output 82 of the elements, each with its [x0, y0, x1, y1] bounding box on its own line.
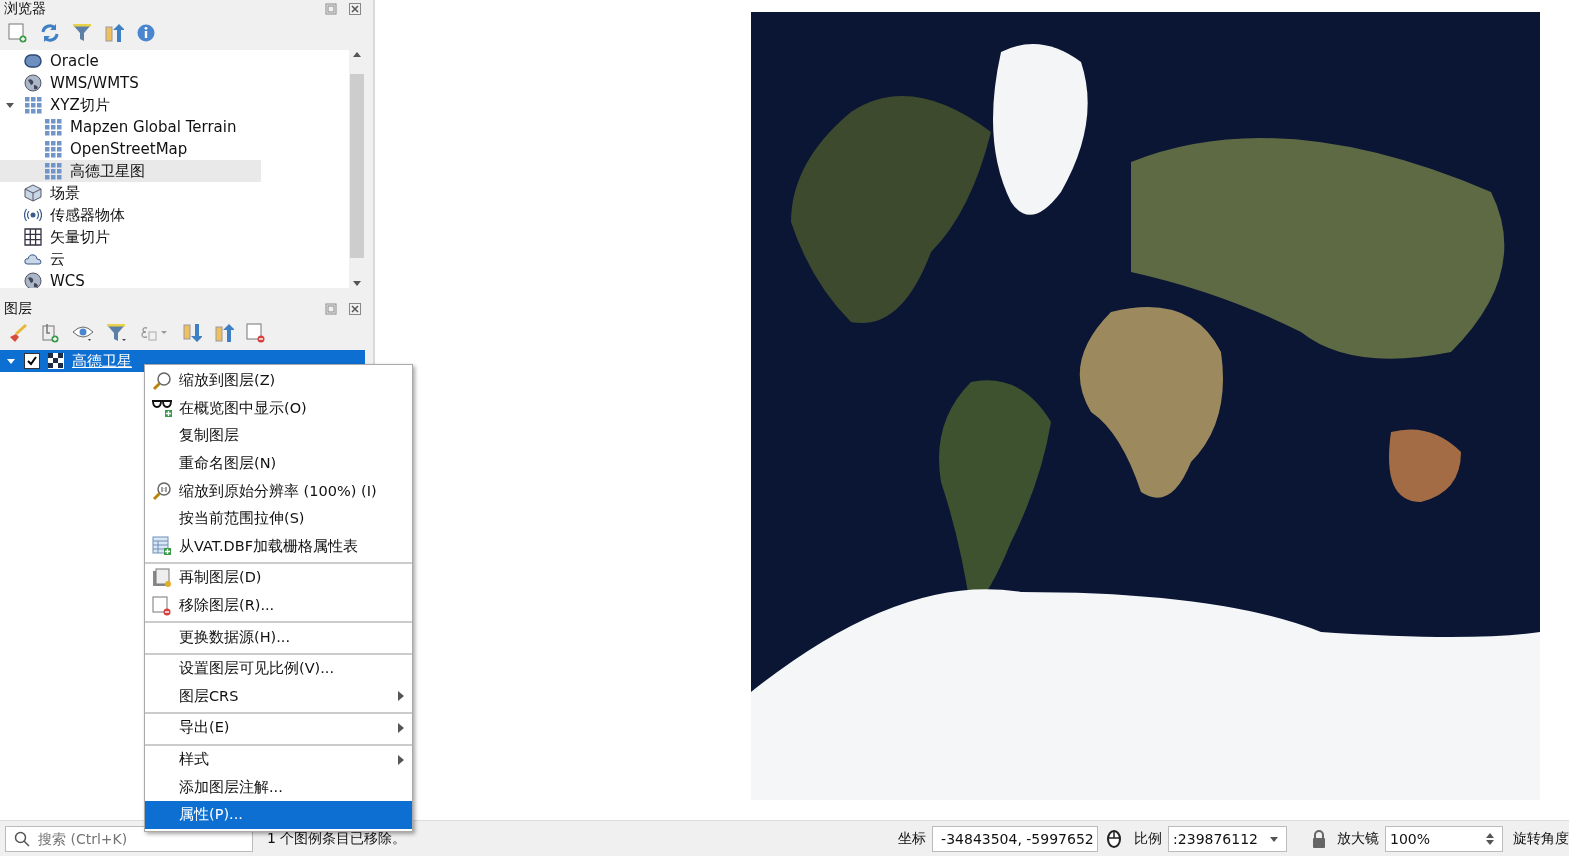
status-message: 1 个图例条目已移除。	[267, 830, 407, 848]
tile-grid-icon	[24, 96, 42, 114]
rotation-label: 旋转角度	[1513, 830, 1569, 848]
submenu-arrow-icon	[398, 722, 404, 733]
add-group-icon[interactable]	[40, 323, 60, 343]
menu-item[interactable]: 更换数据源(H)...	[145, 621, 412, 651]
magnifier-icon	[151, 481, 173, 502]
expand-arrow-icon[interactable]	[6, 356, 16, 366]
menu-item[interactable]: 再制图层(D)	[145, 562, 412, 592]
tile-grid-icon	[44, 118, 62, 136]
menu-item[interactable]: 导出(E)	[145, 712, 412, 742]
menu-item[interactable]: 设置图层可见比例(V)...	[145, 652, 412, 683]
scale-combo[interactable]: :239876112	[1168, 826, 1287, 852]
lock-icon[interactable]	[1311, 829, 1327, 849]
tree-item[interactable]: Oracle	[0, 50, 349, 72]
tree-item[interactable]: 高德卫星图	[0, 160, 261, 182]
cube-icon	[24, 184, 42, 202]
globe-icon	[24, 272, 42, 288]
close-icon[interactable]	[349, 3, 361, 15]
tree-item[interactable]: WCS	[0, 270, 349, 288]
collapse-all-icon[interactable]	[214, 323, 234, 343]
raster-layer-icon	[48, 353, 64, 369]
menu-item[interactable]: 属性(P)...	[145, 800, 412, 829]
filter-icon[interactable]	[106, 323, 128, 343]
refresh-icon[interactable]	[40, 23, 60, 43]
tile-grid-icon	[44, 162, 62, 180]
layer-checkbox[interactable]	[24, 353, 40, 369]
menu-item[interactable]: 复制图层	[145, 422, 412, 450]
scroll-up-icon[interactable]	[352, 50, 362, 60]
grid-icon	[24, 228, 42, 246]
coordinate-label: 坐标	[898, 830, 927, 848]
coordinate-field[interactable]: -34843504, -5997652	[932, 826, 1099, 852]
expand-arrow-icon[interactable]	[5, 100, 15, 110]
menu-item[interactable]: 移除图层(R)...	[145, 591, 412, 620]
tree-item[interactable]: XYZ切片	[0, 94, 349, 116]
layer-copy-icon	[151, 567, 173, 588]
layer-remove-icon	[151, 595, 173, 616]
menu-item[interactable]: 在概览图中显示(O)	[145, 394, 412, 423]
remove-layer-icon[interactable]	[246, 323, 266, 343]
magnifier-spinbox[interactable]: 100%	[1385, 826, 1503, 852]
glasses-icon	[151, 398, 173, 419]
tree-item[interactable]: OpenStreetMap	[0, 138, 349, 160]
close-icon[interactable]	[349, 303, 361, 315]
tree-item[interactable]: WMS/WMTS	[0, 72, 349, 94]
magnifier-label: 放大镜	[1337, 830, 1379, 848]
magnifier-icon	[151, 370, 173, 391]
submenu-arrow-icon	[398, 691, 404, 702]
info-icon[interactable]	[136, 23, 156, 43]
database-icon	[24, 54, 42, 68]
panel-title: 浏览器	[4, 0, 46, 18]
expand-all-icon[interactable]	[182, 323, 202, 343]
menu-item[interactable]: 重命名图层(N)	[145, 449, 412, 478]
eye-icon[interactable]	[72, 323, 94, 343]
menu-item[interactable]: 缩放到原始分辨率 (100%) (I)	[145, 477, 412, 505]
sensor-icon	[24, 208, 42, 222]
search-icon	[14, 831, 30, 847]
filter-icon[interactable]	[72, 23, 92, 43]
dropdown-arrow-icon[interactable]	[1269, 834, 1279, 844]
tree-item[interactable]: 云	[0, 248, 349, 270]
menu-item[interactable]: 样式	[145, 743, 412, 774]
add-layer-icon[interactable]	[8, 23, 28, 43]
cloud-icon	[24, 253, 42, 265]
table-icon	[151, 536, 173, 557]
tree-item[interactable]: 矢量切片	[0, 226, 349, 248]
menu-item[interactable]: 按当前范围拉伸(S)	[145, 504, 412, 533]
scale-label: 比例	[1134, 830, 1163, 848]
tree-item[interactable]: Mapzen Global Terrain	[0, 116, 349, 138]
submenu-arrow-icon	[398, 754, 404, 765]
paintbrush-icon[interactable]	[8, 323, 28, 343]
menu-item[interactable]: 图层CRS	[145, 682, 412, 711]
collapse-icon[interactable]	[104, 23, 124, 43]
menu-item[interactable]: 从VAT.DBF加载栅格属性表	[145, 532, 412, 561]
scroll-down-icon[interactable]	[352, 278, 362, 288]
menu-item[interactable]: 添加图层注解...	[145, 773, 412, 801]
panel-title: 图层	[4, 300, 32, 318]
globe-icon	[24, 74, 42, 92]
float-icon[interactable]	[325, 303, 337, 315]
tree-item[interactable]: 场景	[0, 182, 349, 204]
spin-arrows-icon[interactable]	[1485, 832, 1495, 846]
tree-item[interactable]: 传感器物体	[0, 204, 349, 226]
float-icon[interactable]	[325, 3, 337, 15]
tile-grid-icon	[44, 140, 62, 158]
